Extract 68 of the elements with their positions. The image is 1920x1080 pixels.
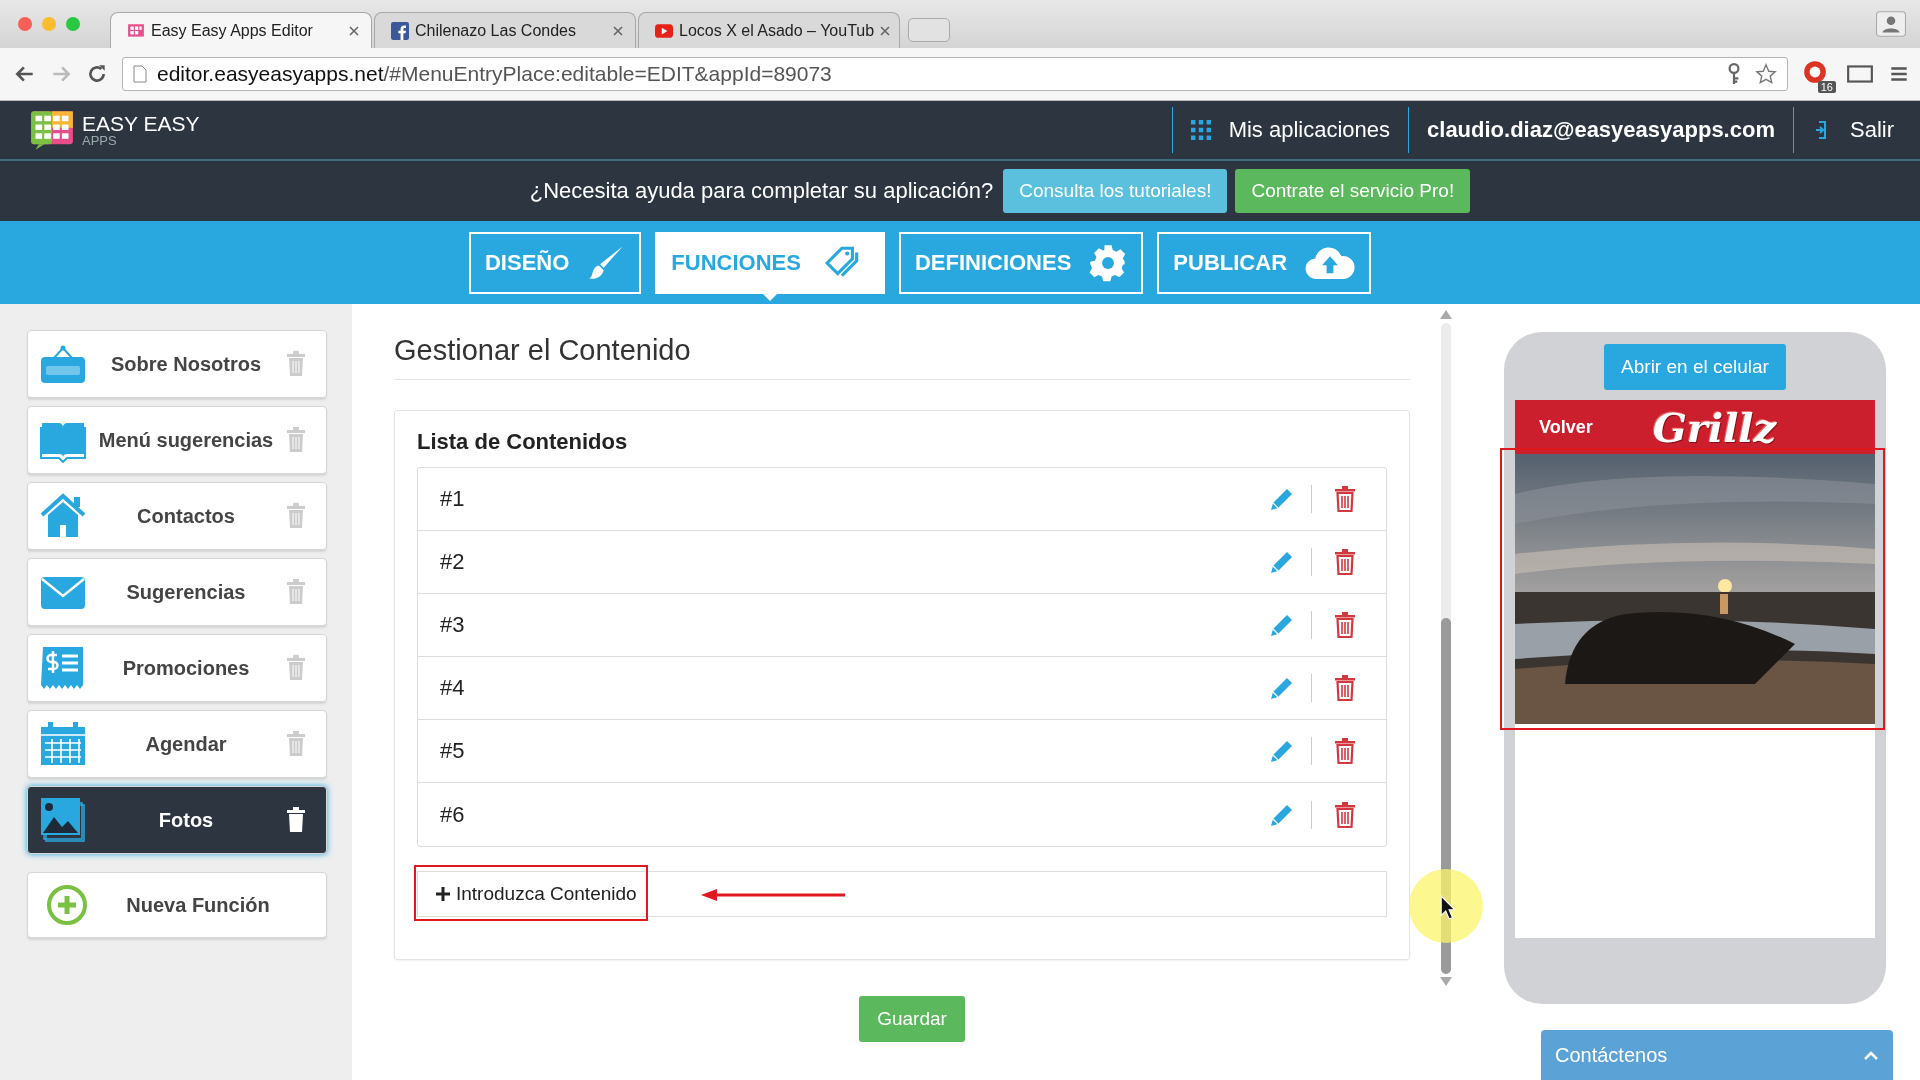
close-tab-icon[interactable] (880, 25, 891, 36)
content-row[interactable]: #2 (418, 531, 1386, 594)
content-row[interactable]: #5 (418, 720, 1386, 783)
calendar-icon (40, 721, 86, 767)
pencil-icon[interactable] (1269, 612, 1295, 638)
address-field[interactable]: editor.easyeasyapps.net/#MenuEntryPlace:editable=EDIT&appId=89073 (122, 57, 1788, 91)
function-item[interactable]: Menú sugerencias (27, 406, 327, 474)
chevron-up-icon (1863, 1050, 1879, 1061)
content-row[interactable]: #3 (418, 594, 1386, 657)
browser-tab[interactable]: Easy Easy Apps Editor (110, 12, 372, 48)
pencil-icon[interactable] (1269, 486, 1295, 512)
function-item[interactable]: Sobre Nosotros (27, 330, 327, 398)
my-apps-link[interactable]: Mis aplicaciones (1228, 117, 1391, 143)
logo-title: EASY EASY (82, 113, 200, 134)
facebook-icon (391, 21, 409, 40)
user-email: claudio.diaz@easyeasyapps.com (1427, 117, 1775, 143)
new-function-button[interactable]: Nueva Función (27, 872, 327, 938)
reload-icon[interactable] (86, 63, 108, 85)
content-name: #2 (440, 549, 466, 575)
content-name: #5 (440, 738, 466, 764)
pencil-icon[interactable] (1269, 675, 1295, 701)
close-window-icon[interactable] (18, 17, 32, 31)
function-item[interactable]: Sugerencias (27, 558, 327, 626)
close-tab-icon[interactable] (613, 25, 623, 36)
play-icon (655, 21, 673, 40)
screen-icon[interactable] (1846, 63, 1874, 85)
browser-tab[interactable]: Locos X el Asado – YouTub (638, 12, 900, 48)
help-text: ¿Necesita ayuda para completar su aplicación? (529, 178, 994, 204)
content-row[interactable]: #1 (418, 468, 1386, 531)
content-name: #6 (440, 801, 466, 828)
cursor-icon (1440, 895, 1456, 920)
app-grid-logo-icon (30, 110, 74, 150)
settings-icon (1089, 243, 1128, 282)
content-name: #4 (440, 675, 466, 701)
list-title: Lista de Contenidos (417, 429, 629, 455)
function-item[interactable]: Fotos (27, 786, 327, 854)
content-name: #3 (440, 612, 466, 638)
brand-logo: Grillz (1652, 403, 1777, 451)
house-icon (40, 493, 86, 539)
section-title: Gestionar el Contenido (394, 334, 1410, 380)
content-name: #1 (440, 486, 466, 512)
maximize-window-icon[interactable] (66, 17, 80, 31)
logout-link[interactable]: Salir (1850, 117, 1894, 143)
logo-subtitle: APPS (82, 134, 118, 147)
content-row[interactable]: #6 (418, 783, 1386, 846)
function-item[interactable]: Agendar (27, 710, 327, 778)
grid-icon (1190, 120, 1211, 140)
page-icon (133, 65, 147, 83)
new-tab-button[interactable] (908, 18, 950, 42)
pencil-icon[interactable] (1269, 549, 1295, 575)
brush-icon (587, 243, 626, 282)
function-item[interactable]: Promociones (27, 634, 327, 702)
trash-icon[interactable] (286, 807, 306, 833)
pencil-icon[interactable] (1269, 738, 1295, 764)
browser-tab[interactable]: Chilenazo Las Condes (374, 12, 636, 48)
receipt-icon (40, 645, 86, 691)
back-link[interactable]: Volver (1539, 416, 1593, 438)
extension-icon[interactable] (1802, 59, 1828, 85)
grid-logo-icon (127, 21, 145, 40)
profile-icon[interactable] (1876, 11, 1906, 37)
extension-badge: 16 (1817, 81, 1836, 93)
function-item[interactable]: Contactos (27, 482, 327, 550)
scroll-down-icon[interactable] (1440, 977, 1452, 986)
photo-stack-icon (40, 797, 86, 843)
content-row[interactable]: #4 (418, 657, 1386, 720)
star-icon[interactable] (1755, 63, 1777, 85)
close-tab-icon[interactable] (349, 25, 359, 36)
plus-circle-icon (44, 882, 90, 928)
